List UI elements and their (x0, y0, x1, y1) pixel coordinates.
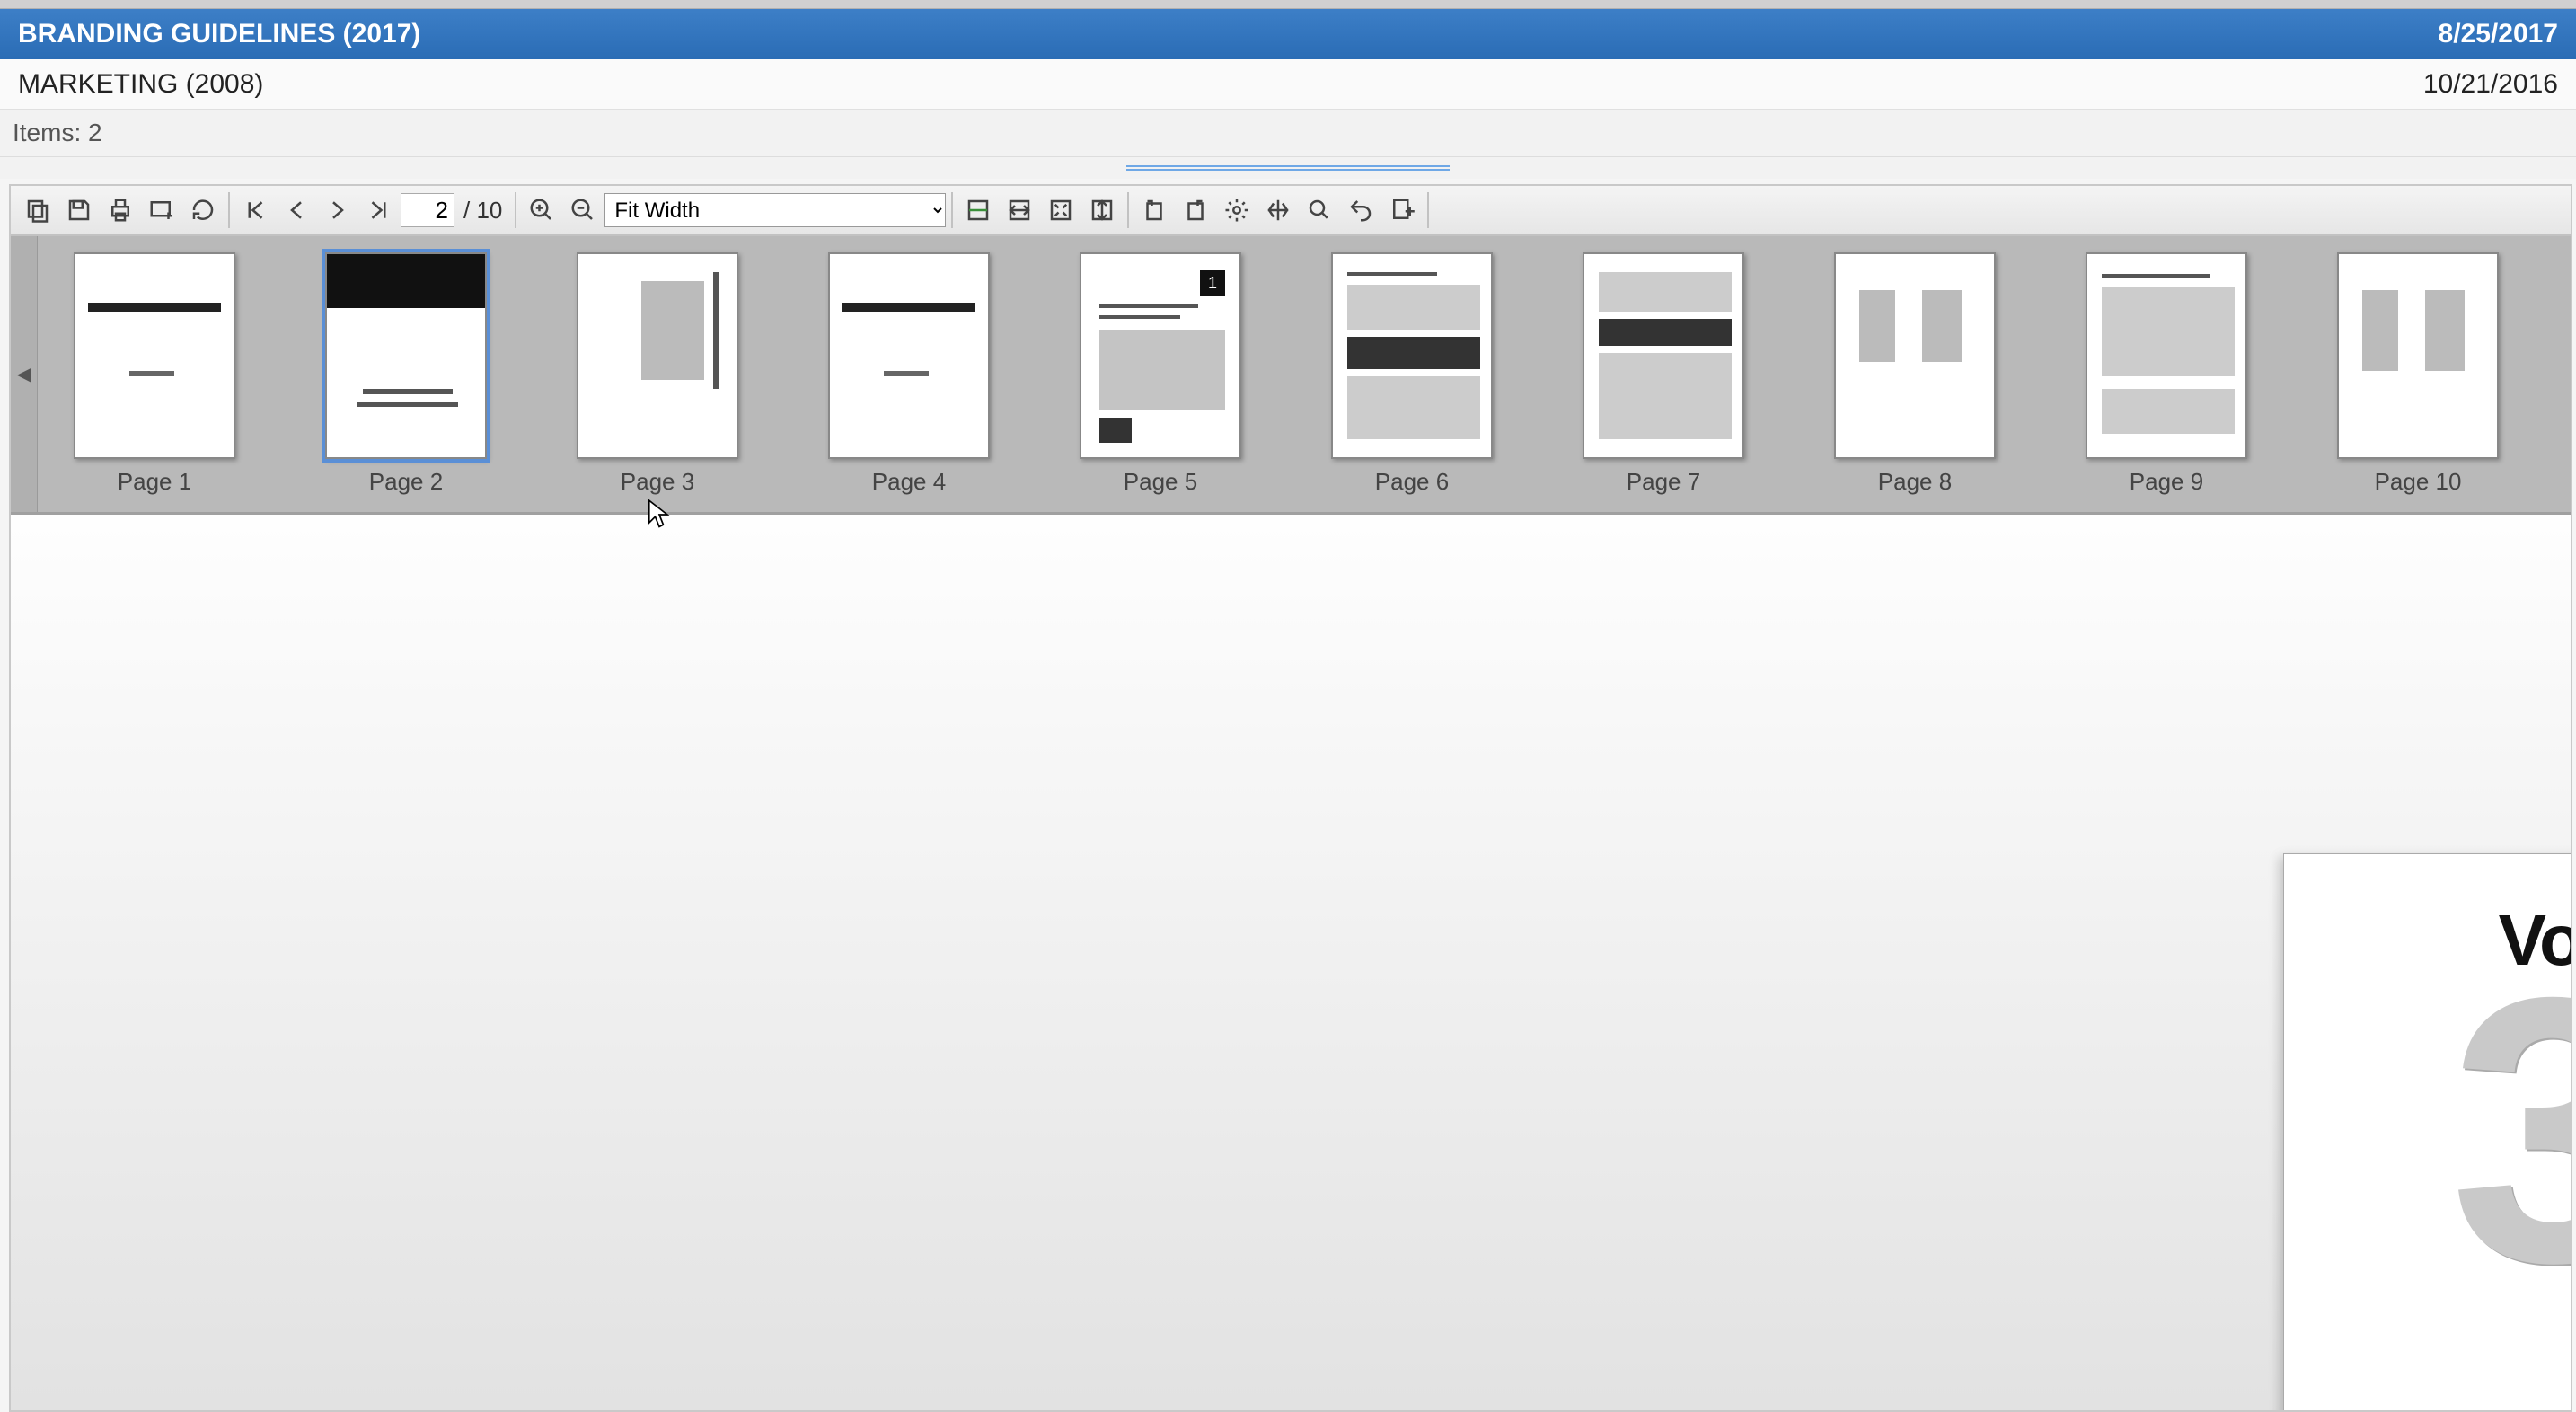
document-title: MARKETING (2008) (18, 69, 263, 100)
document-viewer: / 10 Fit Width ◀ Page 1 (9, 184, 2572, 1412)
insert-page-icon[interactable] (1382, 190, 1422, 230)
refresh-icon[interactable] (183, 190, 223, 230)
first-page-icon[interactable] (235, 190, 275, 230)
copy-icon[interactable] (18, 190, 57, 230)
toolbar-separator (1127, 192, 1129, 228)
last-page-icon[interactable] (359, 190, 399, 230)
fit-width-icon[interactable] (1000, 190, 1039, 230)
save-icon[interactable] (59, 190, 99, 230)
settings-icon[interactable] (1217, 190, 1257, 230)
thumbnail-page-10[interactable]: Page 10 (2337, 252, 2499, 496)
page-total-label: / 10 (456, 197, 509, 225)
fit-window-icon[interactable] (1041, 190, 1081, 230)
thumbnail-label: Page 1 (118, 468, 191, 496)
window-top-strip (0, 0, 2576, 9)
document-list: BRANDING GUIDELINES (2017) 8/25/2017 MAR… (0, 9, 2576, 110)
thumbnail-page-3[interactable]: Page 3 (577, 252, 738, 496)
thumbnail-page-4[interactable]: Page 4 (828, 252, 990, 496)
viewer-toolbar: / 10 Fit Width (11, 186, 2571, 236)
thumbnail-label: Page 4 (872, 468, 946, 496)
document-date: 10/21/2016 (2423, 69, 2558, 100)
toolbar-separator (951, 192, 953, 228)
crop-icon[interactable] (1258, 190, 1298, 230)
page-number-graphic: 3 (2449, 980, 2571, 1282)
rotate-right-icon[interactable] (1176, 190, 1215, 230)
fit-page-icon[interactable] (958, 190, 998, 230)
toolbar-separator (515, 192, 516, 228)
splitter-handle[interactable] (0, 157, 2576, 179)
zoom-mode-select[interactable]: Fit Width (604, 193, 946, 227)
zoom-in-icon[interactable] (522, 190, 561, 230)
thumbnail-label: Page 2 (369, 468, 443, 496)
next-page-icon[interactable] (318, 190, 357, 230)
undo-icon[interactable] (1341, 190, 1381, 230)
items-count: Items: 2 (0, 110, 2576, 157)
document-date: 8/25/2017 (2439, 19, 2558, 49)
prev-page-icon[interactable] (277, 190, 316, 230)
thumbnail-label: Page 3 (621, 468, 694, 496)
thumbnails: Page 1 Page 2 Page 3 (38, 236, 2571, 512)
document-title: BRANDING GUIDELINES (2017) (18, 19, 420, 49)
page-view-area[interactable]: Volu 3 (11, 515, 2571, 1410)
thumbnail-page-7[interactable]: Page 7 (1583, 252, 1744, 496)
thumbnail-label: Page 8 (1878, 468, 1952, 496)
thumbnail-page-8[interactable]: Page 8 (1834, 252, 1996, 496)
thumbnail-page-2[interactable]: Page 2 (325, 252, 487, 496)
fit-height-icon[interactable] (1082, 190, 1122, 230)
thumbnail-label: Page 5 (1124, 468, 1197, 496)
toolbar-separator (1427, 192, 1429, 228)
thumbnail-label: Page 7 (1627, 468, 1700, 496)
thumbnail-label: Page 6 (1375, 468, 1449, 496)
rotate-left-icon[interactable] (1134, 190, 1174, 230)
document-row[interactable]: MARKETING (2008) 10/21/2016 (0, 59, 2576, 110)
thumbnail-page-9[interactable]: Page 9 (2086, 252, 2247, 496)
zoom-out-icon[interactable] (563, 190, 603, 230)
thumbnail-page-1[interactable]: Page 1 (74, 252, 235, 496)
zoom-region-icon[interactable] (1300, 190, 1339, 230)
current-page-input[interactable] (401, 193, 454, 227)
splitter-grip-icon (1126, 165, 1450, 171)
rendered-page: Volu 3 (2283, 853, 2571, 1410)
thumb-scroll-left[interactable]: ◀ (11, 236, 38, 512)
document-row-selected[interactable]: BRANDING GUIDELINES (2017) 8/25/2017 (0, 9, 2576, 59)
thumbnail-page-5[interactable]: 1 Page 5 (1080, 252, 1241, 496)
thumbnail-label: Page 9 (2130, 468, 2203, 496)
thumbnail-label: Page 10 (2375, 468, 2462, 496)
toolbar-separator (228, 192, 230, 228)
thumbnail-page-6[interactable]: Page 6 (1331, 252, 1493, 496)
scan-add-icon[interactable] (142, 190, 181, 230)
thumbnail-strip: ◀ Page 1 Page 2 (11, 236, 2571, 515)
print-icon[interactable] (101, 190, 140, 230)
